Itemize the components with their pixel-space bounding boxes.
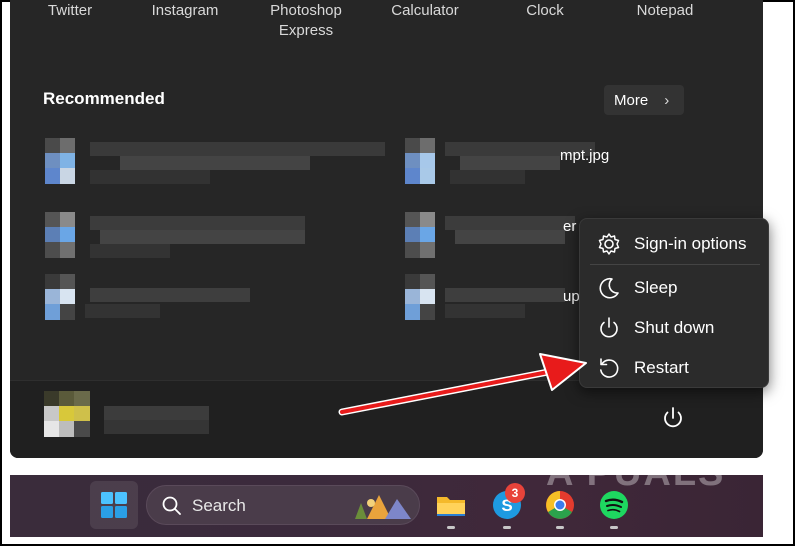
running-indicator: [610, 526, 618, 529]
running-indicator: [503, 526, 511, 529]
running-indicator: [447, 526, 455, 529]
search-icon: [162, 496, 181, 515]
notification-badge: 3: [505, 483, 525, 503]
search-placeholder: Search: [192, 496, 246, 515]
file-explorer-button[interactable]: [434, 488, 468, 522]
folder-icon: [437, 497, 465, 516]
running-indicator: [556, 526, 564, 529]
windows-logo-icon: [101, 492, 127, 518]
start-button[interactable]: [90, 481, 138, 529]
watermark: A PUALS: [546, 452, 726, 494]
taskbar-search[interactable]: Search: [146, 485, 420, 525]
search-highlight-icon: [355, 495, 411, 519]
